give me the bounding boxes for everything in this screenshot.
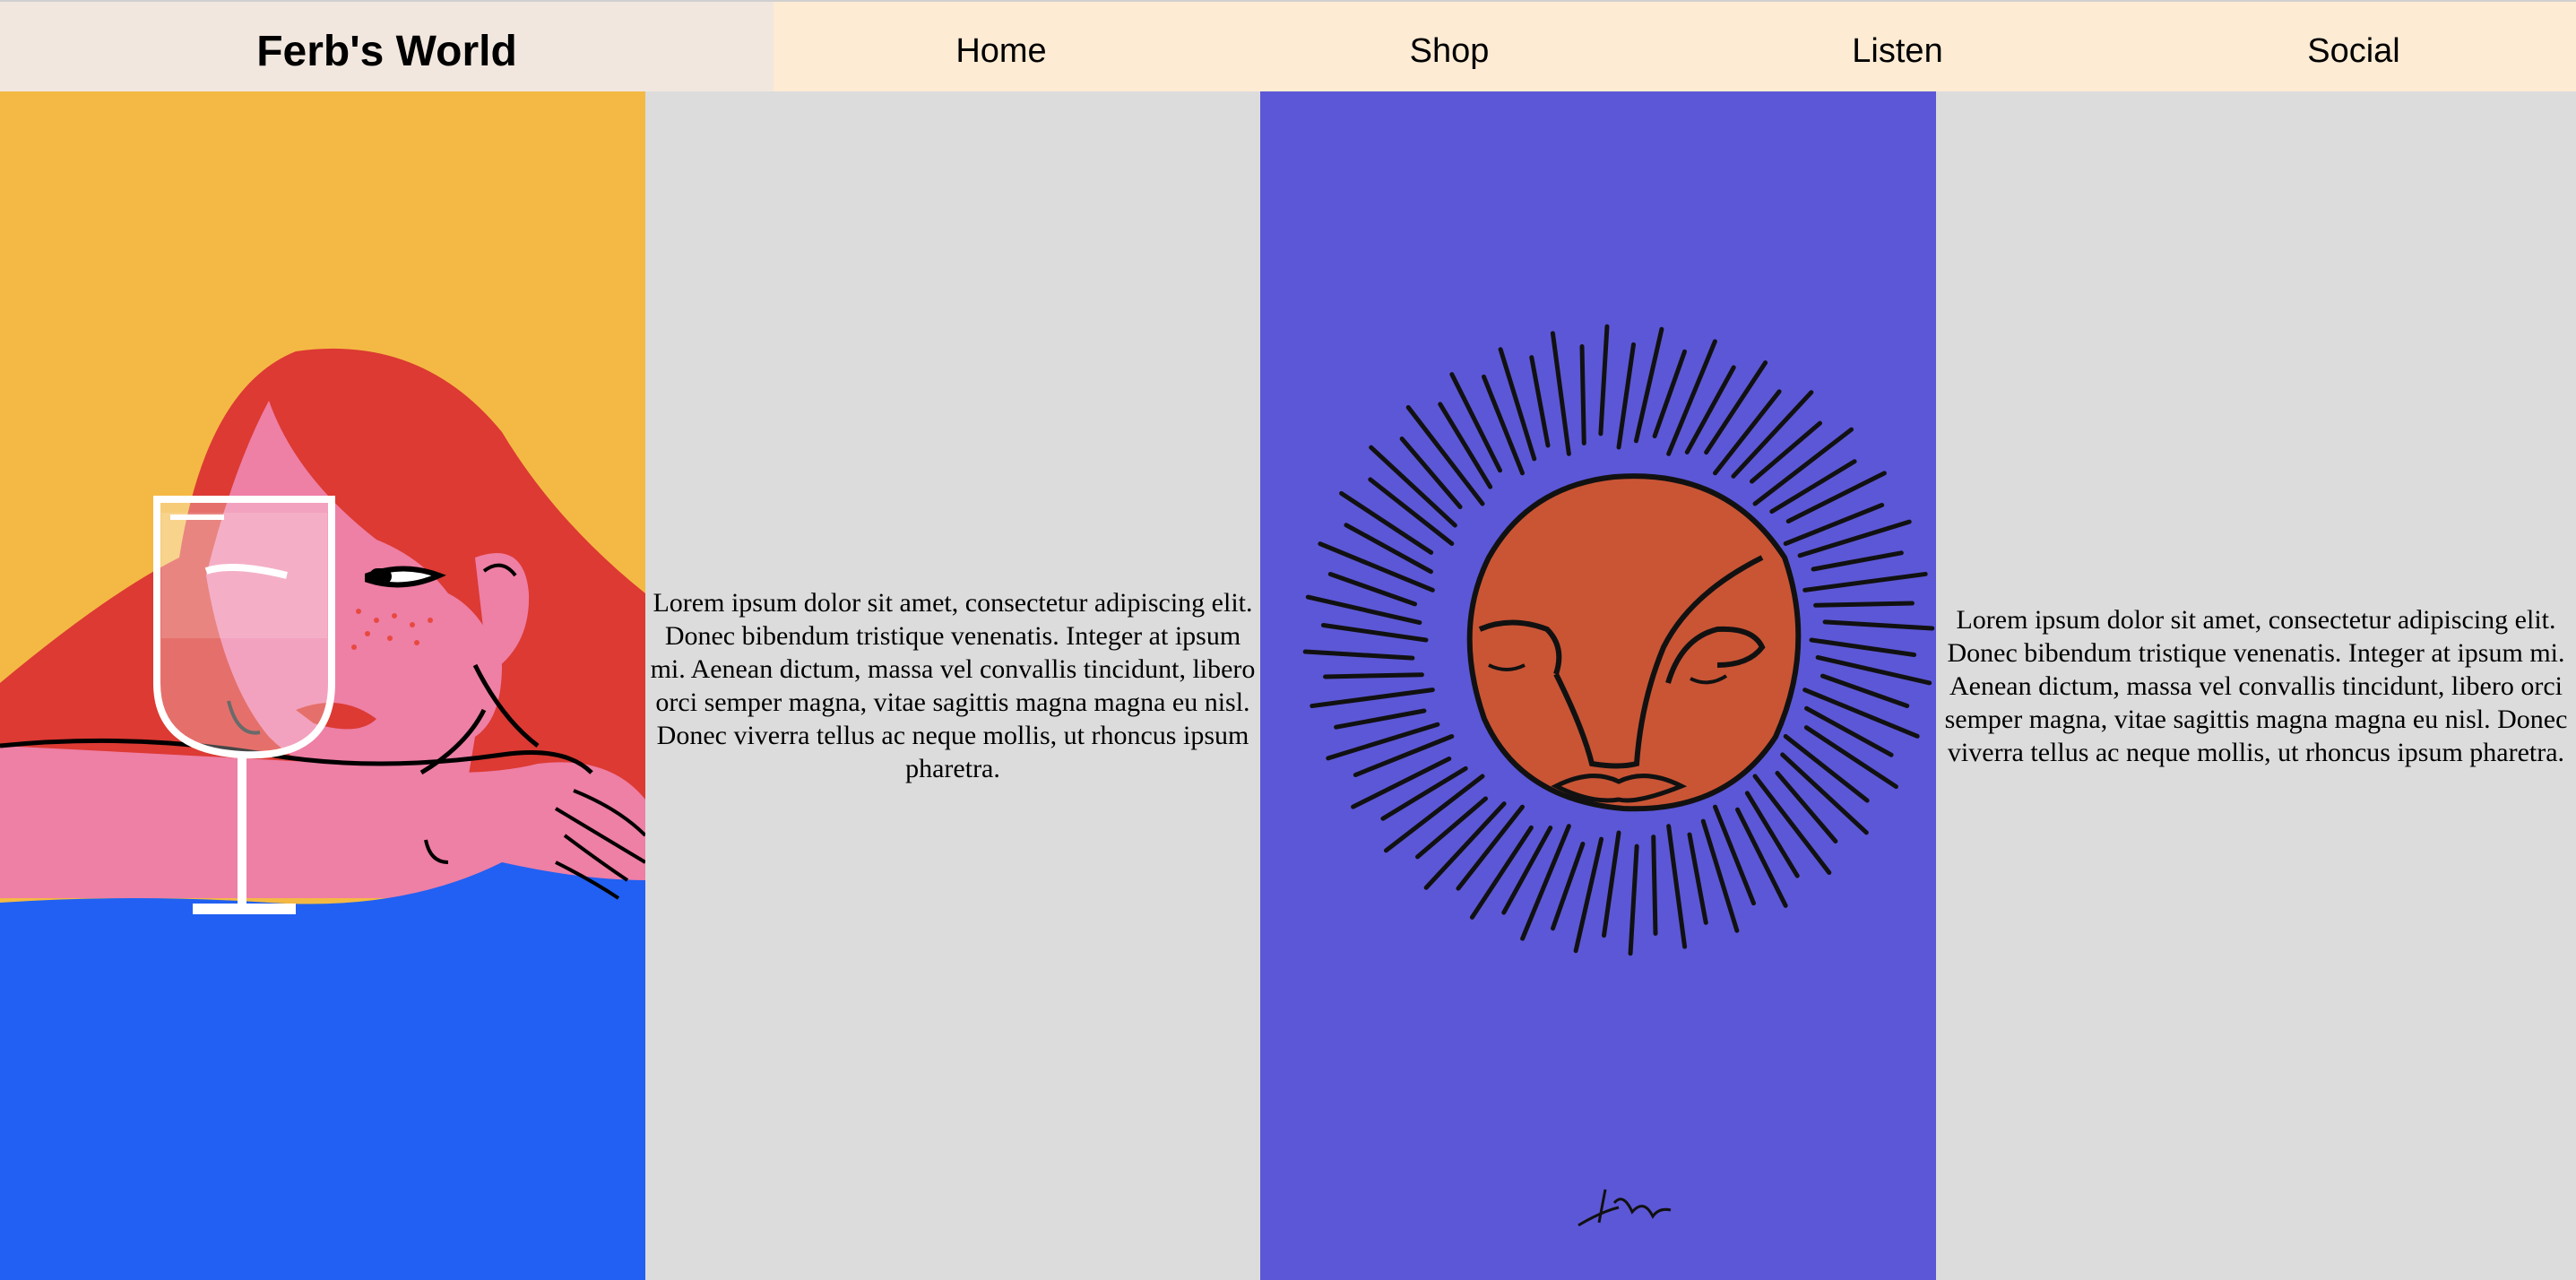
text-panel-2: Lorem ipsum dolor sit amet, consectetur … <box>1936 91 2576 1280</box>
artwork-sun-face <box>1260 91 1936 1280</box>
artwork-woman-with-glass <box>0 91 645 1280</box>
nav-listen-link[interactable]: Listen <box>1852 32 1942 71</box>
nav-social-link[interactable]: Social <box>2307 32 2400 71</box>
nav-shop-link[interactable]: Shop <box>1410 32 1490 71</box>
text-panel-1: Lorem ipsum dolor sit amet, consectetur … <box>645 91 1260 1280</box>
site-title[interactable]: Ferb's World <box>0 2 774 91</box>
sun-ray <box>1579 344 1586 445</box>
nav-links: Home Shop Listen Social <box>774 2 2576 91</box>
sun-ray <box>1323 672 1424 679</box>
sun-ray <box>1651 835 1658 936</box>
panel-2-paragraph: Lorem ipsum dolor sit amet, consectetur … <box>1944 604 2568 767</box>
top-navigation: Ferb's World Home Shop Listen Social <box>0 0 2576 91</box>
nav-home-link[interactable]: Home <box>955 32 1046 71</box>
sun-ray <box>1813 601 1915 608</box>
panel-1-paragraph: Lorem ipsum dolor sit amet, consectetur … <box>650 588 1256 783</box>
